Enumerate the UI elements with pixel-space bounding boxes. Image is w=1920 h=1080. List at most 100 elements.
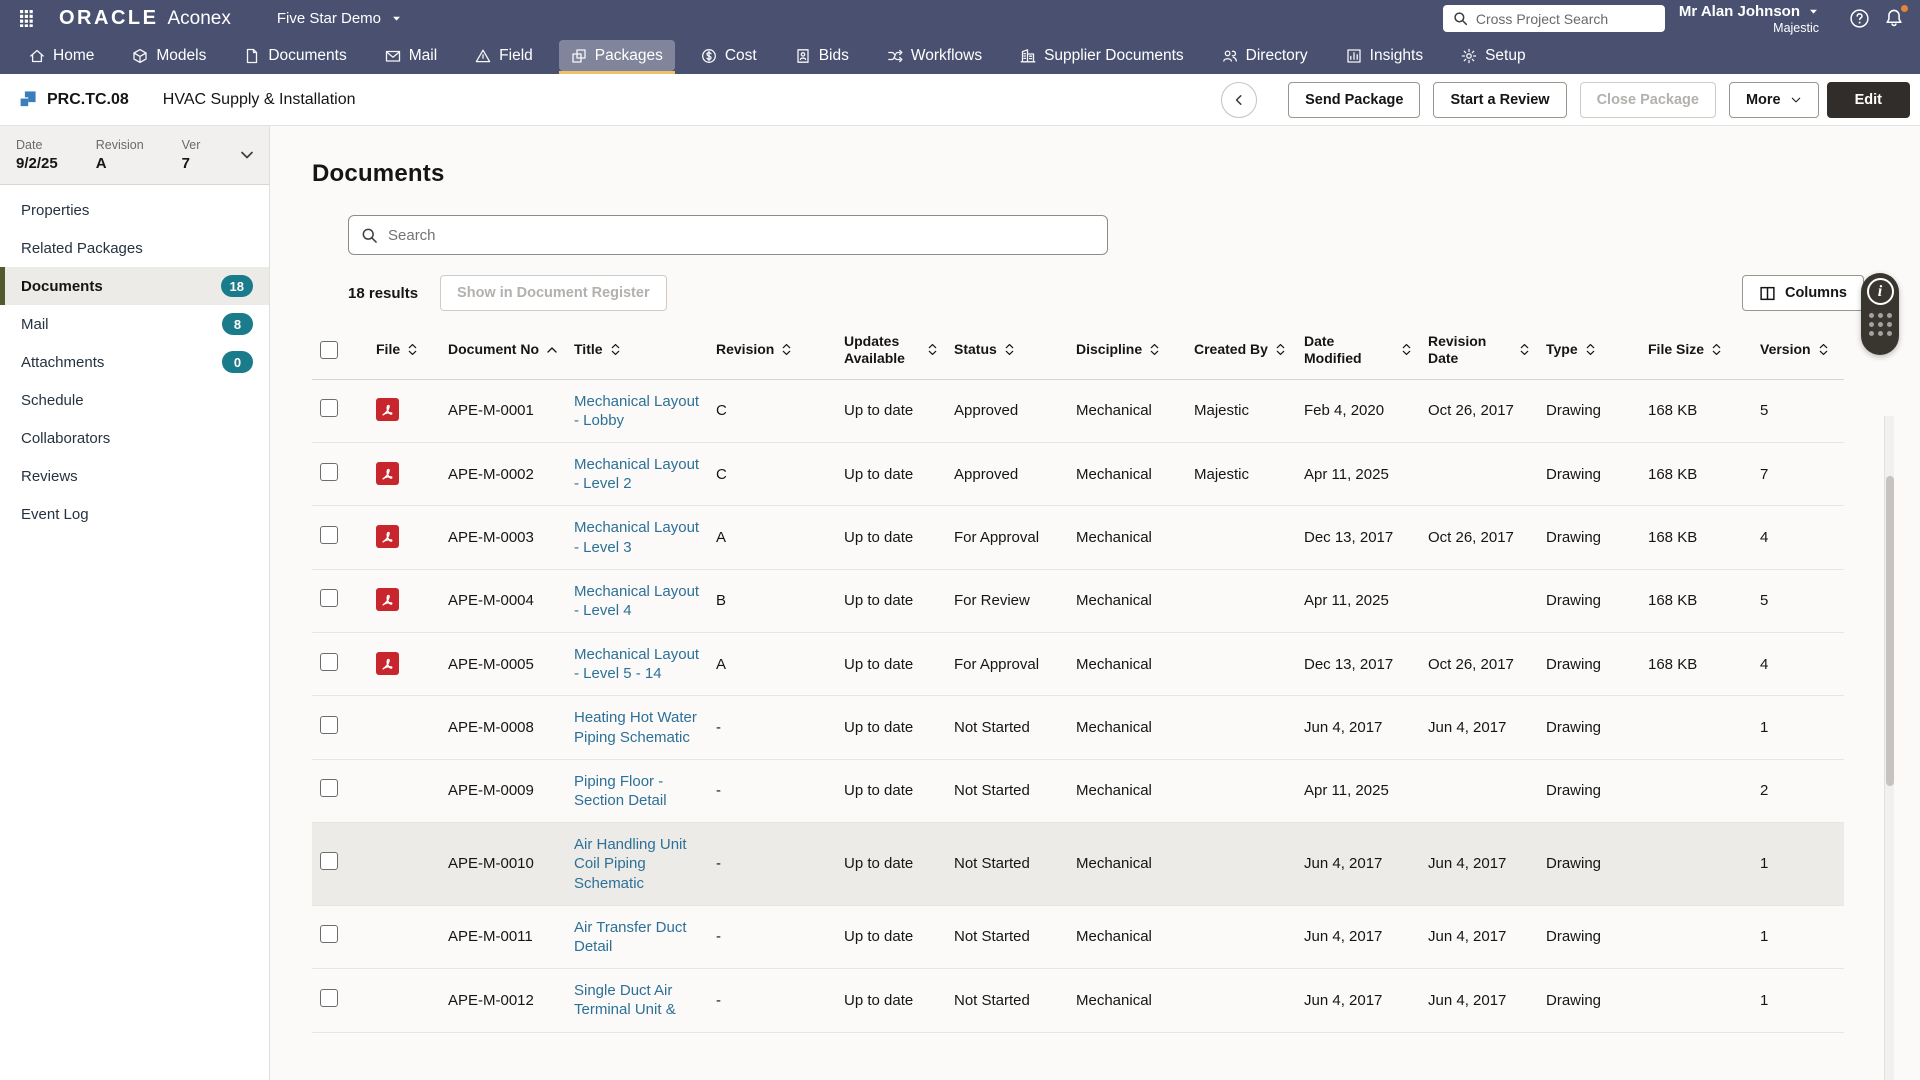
documents-search[interactable] [348,215,1108,255]
cell-size [1640,759,1752,822]
document-title-link[interactable]: Mechanical Layout - Level 5 - 14 [574,646,699,682]
pdf-file-icon[interactable] [376,398,399,421]
help-icon[interactable] [1849,8,1870,29]
document-title-link[interactable]: Piping Floor - Section Detail [574,773,667,809]
row-checkbox[interactable] [320,925,338,943]
nav-item-cost[interactable]: Cost [689,40,769,71]
pdf-file-icon[interactable] [376,462,399,485]
column-header-title[interactable]: Title [566,321,708,379]
close-package-button[interactable]: Close Package [1580,82,1716,118]
back-button[interactable] [1221,82,1257,118]
cell-select [312,759,368,822]
document-title-link[interactable]: Mechanical Layout - Level 4 [574,583,699,619]
cross-project-search[interactable] [1443,5,1665,32]
notifications-bell-icon[interactable] [1884,8,1904,29]
column-header-version[interactable]: Version [1752,321,1844,379]
guided-learning-widget[interactable]: i [1861,273,1899,355]
pdf-file-icon[interactable] [376,525,399,548]
select-all-checkbox[interactable] [320,341,338,359]
sidebar-item-collaborators[interactable]: Collaborators [0,419,269,457]
nav-item-packages[interactable]: Packages [559,40,675,71]
meta-revision-label: Revision [96,138,144,152]
nav-item-supplier-documents[interactable]: Supplier Documents [1008,40,1196,71]
sidebar-item-documents[interactable]: Documents18 [0,267,269,305]
row-checkbox[interactable] [320,463,338,481]
column-label: Created By [1194,341,1268,358]
document-title-link[interactable]: Mechanical Layout - Lobby [574,393,699,429]
nav-item-workflows[interactable]: Workflows [875,40,994,71]
more-button[interactable]: More [1729,82,1819,118]
cell-updates: Up to date [836,696,946,759]
row-checkbox[interactable] [320,399,338,417]
row-checkbox[interactable] [320,989,338,1007]
columns-button[interactable]: Columns [1742,275,1864,311]
document-title-link[interactable]: Air Handling Unit Coil Piping Schematic [574,836,687,891]
nav-item-setup[interactable]: Setup [1449,40,1538,71]
meta-date-value: 9/2/25 [16,155,58,172]
sidebar-item-attachments[interactable]: Attachments0 [0,343,269,381]
column-header-size[interactable]: File Size [1640,321,1752,379]
row-checkbox[interactable] [320,526,338,544]
column-label: Version [1760,341,1811,358]
app-grid-icon[interactable] [20,10,37,27]
cross-project-search-input[interactable] [1476,11,1655,27]
nav-item-directory[interactable]: Directory [1210,40,1320,71]
sidebar-item-reviews[interactable]: Reviews [0,457,269,495]
scrollbar-thumb[interactable] [1886,476,1894,786]
pdf-file-icon[interactable] [376,588,399,611]
cell-status: Not Started [946,905,1068,968]
send-package-button[interactable]: Send Package [1288,82,1420,118]
document-title-link[interactable]: Heating Hot Water Piping Schematic [574,709,697,745]
row-checkbox[interactable] [320,716,338,734]
column-header-file[interactable]: File [368,321,440,379]
document-title-link[interactable]: Single Duct Air Terminal Unit & [574,982,676,1018]
project-switcher[interactable]: Five Star Demo [277,10,402,27]
nav-item-insights[interactable]: Insights [1334,40,1435,71]
column-header-discipline[interactable]: Discipline [1068,321,1186,379]
nav-item-home[interactable]: Home [17,40,106,71]
show-in-register-button[interactable]: Show in Document Register [440,275,667,311]
document-title-link[interactable]: Mechanical Layout - Level 3 [574,519,699,555]
chevron-down-icon[interactable] [239,147,255,163]
nav-item-models[interactable]: Models [120,40,218,71]
main-nav: Home Models Documents Mail Field Packages Cost… [0,37,1920,74]
document-title-link[interactable]: Air Transfer Duct Detail [574,919,687,955]
sidebar-item-mail[interactable]: Mail8 [0,305,269,343]
start-a-review-button[interactable]: Start a Review [1433,82,1566,118]
sidebar-item-related-packages[interactable]: Related Packages [0,229,269,267]
sidebar-item-schedule[interactable]: Schedule [0,381,269,419]
row-checkbox[interactable] [320,779,338,797]
nav-item-label: Setup [1485,47,1526,65]
row-checkbox[interactable] [320,852,338,870]
row-checkbox[interactable] [320,653,338,671]
meta-date-label: Date [16,138,58,152]
sidebar-item-event-log[interactable]: Event Log [0,495,269,533]
column-header-status[interactable]: Status [946,321,1068,379]
pdf-file-icon[interactable] [376,652,399,675]
column-header-revision_date[interactable]: Revision Date [1420,321,1538,379]
documents-search-input[interactable] [388,227,1095,244]
table-scrollbar[interactable] [1884,416,1894,1080]
nav-item-bids[interactable]: Bids [783,40,861,71]
column-header-created_by[interactable]: Created By [1186,321,1296,379]
nav-item-documents[interactable]: Documents [232,40,358,71]
sidebar-item-properties[interactable]: Properties [0,191,269,229]
document-title-link[interactable]: Mechanical Layout - Level 2 [574,456,699,492]
select-all-header[interactable] [312,321,368,379]
info-icon[interactable]: i [1867,278,1894,305]
column-header-revision[interactable]: Revision [708,321,836,379]
cell-created_by: Majestic [1186,379,1296,442]
nav-item-label: Cost [725,47,757,65]
edit-button[interactable]: Edit [1827,82,1910,118]
column-header-no[interactable]: Document No [440,321,566,379]
column-header-updates[interactable]: Updates Available [836,321,946,379]
nav-item-mail[interactable]: Mail [373,40,449,71]
column-header-modified[interactable]: Date Modified [1296,321,1420,379]
caret-down-icon [391,13,402,24]
package-title: HVAC Supply & Installation [163,91,356,109]
nav-item-field[interactable]: Field [463,40,545,71]
column-header-type[interactable]: Type [1538,321,1640,379]
cell-discipline: Mechanical [1068,696,1186,759]
row-checkbox[interactable] [320,589,338,607]
user-menu[interactable]: Mr Alan Johnson Majestic [1679,3,1819,35]
